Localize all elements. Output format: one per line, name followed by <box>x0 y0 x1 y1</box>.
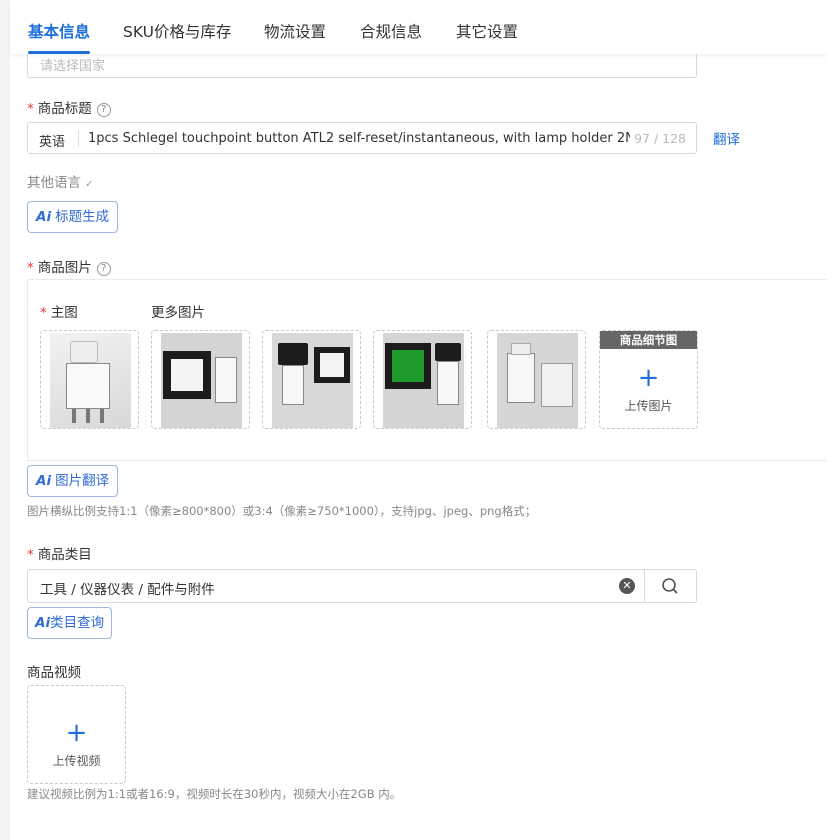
category-label: 商品类目 <box>37 547 92 563</box>
more-image-slot[interactable] <box>487 330 586 429</box>
other-languages-toggle[interactable]: 其他语言 ✓ <box>27 171 93 191</box>
video-hint: 建议视频比例为1:1或者16:9，视频时长在30秒内，视频大小在2GB 内。 <box>27 787 402 801</box>
upload-image-label: 上传图片 <box>624 399 673 413</box>
more-image-slot[interactable] <box>373 330 472 429</box>
title-label-row: * 商品标题? <box>27 97 111 117</box>
translate-link[interactable]: 翻译 <box>713 128 740 148</box>
country-placeholder: 请选择国家 <box>40 59 106 74</box>
ai-title-generate-label: 标题生成 <box>55 209 110 225</box>
tab-other-settings[interactable]: 其它设置 <box>456 20 518 42</box>
ai-title-generate-button[interactable]: Ai 标题生成 <box>27 201 119 233</box>
search-icon <box>662 578 678 594</box>
required-mark: * <box>27 101 34 117</box>
ai-icon: Ai <box>35 615 51 631</box>
tab-compliance[interactable]: 合规信息 <box>360 20 422 42</box>
detail-image-upload[interactable]: 商品细节图 + 上传图片 <box>599 330 698 429</box>
product-photo <box>161 333 242 428</box>
product-photo <box>272 333 353 428</box>
divider <box>78 130 79 147</box>
ai-image-translate-label: 图片翻译 <box>55 473 110 489</box>
video-label: 商品视频 <box>27 665 81 681</box>
ai-category-query-label: 类目查询 <box>50 615 105 631</box>
more-image-slot[interactable] <box>262 330 361 429</box>
detail-image-header: 商品细节图 <box>600 331 697 349</box>
active-tab-indicator <box>28 51 90 54</box>
category-input[interactable]: 工具 / 仪器仪表 / 配件与附件 ✕ <box>27 569 697 603</box>
title-value: 1pcs Schlegel touchpoint button ATL2 sel… <box>88 131 659 146</box>
plus-icon: + <box>65 718 88 748</box>
video-upload[interactable]: + 上传视频 <box>27 685 126 784</box>
more-image-slot[interactable] <box>151 330 250 429</box>
plus-icon: + <box>637 363 660 393</box>
image-hint: 图片横纵比例支持1:1（像素≥800*800）或3:4（像素≥750*1000）… <box>27 504 537 518</box>
title-char-count: 97 / 128 <box>630 131 686 146</box>
category-value: 工具 / 仪器仪表 / 配件与附件 <box>40 582 215 598</box>
title-input[interactable]: 英语 1pcs Schlegel touchpoint button ATL2 … <box>27 122 697 154</box>
ai-category-query-button[interactable]: Ai类目查询 <box>27 607 113 639</box>
ai-image-translate-button[interactable]: Ai 图片翻译 <box>27 465 119 497</box>
other-languages-label: 其他语言 <box>27 175 81 191</box>
more-images-label: 更多图片 <box>151 305 205 321</box>
search-button[interactable] <box>645 570 696 602</box>
clear-icon[interactable]: ✕ <box>619 578 635 594</box>
tab-logistics[interactable]: 物流设置 <box>264 20 326 42</box>
main-image-label-row: * 主图 <box>40 301 78 321</box>
help-icon[interactable]: ? <box>96 103 111 117</box>
required-mark: * <box>27 547 34 563</box>
tab-sku-price-stock[interactable]: SKU价格与库存 <box>123 20 231 42</box>
product-photo <box>383 333 464 428</box>
ai-icon: Ai <box>36 209 52 225</box>
product-photo <box>50 333 131 428</box>
chevron-down-icon: ✓ <box>85 179 94 190</box>
tab-bar: 基本信息 SKU价格与库存 物流设置 合规信息 其它设置 <box>10 6 827 54</box>
product-photo <box>497 333 578 428</box>
ai-icon: Ai <box>36 473 52 489</box>
tab-basic-info[interactable]: 基本信息 <box>28 20 90 42</box>
title-label: 商品标题 <box>37 101 92 117</box>
upload-video-label: 上传视频 <box>52 754 101 768</box>
main-image-slot[interactable] <box>40 330 139 429</box>
category-label-row: * 商品类目 <box>27 543 92 563</box>
help-icon[interactable]: ? <box>96 262 111 276</box>
required-mark: * <box>27 260 34 276</box>
title-language-tag[interactable]: 英语 <box>39 131 65 150</box>
product-form-page: 基本信息 SKU价格与库存 物流设置 合规信息 其它设置 请选择国家 * 商品标题… <box>10 0 827 840</box>
images-label: 商品图片 <box>37 260 92 276</box>
main-image-label: 主图 <box>50 305 78 321</box>
images-label-row: * 商品图片? <box>27 256 111 276</box>
required-mark: * <box>40 305 47 321</box>
